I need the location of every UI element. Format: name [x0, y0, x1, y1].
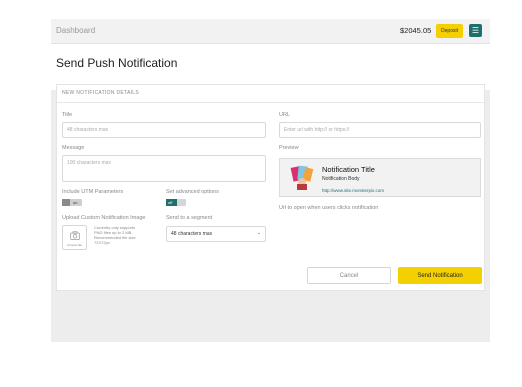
title-label: Title [62, 112, 73, 118]
upload-label: Upload Custom Notification Image [62, 215, 146, 221]
top-bar: Dashboard $2045.05 Deposit ☰ [51, 19, 490, 44]
app-frame: Dashboard $2045.05 Deposit ☰ Send Push N… [51, 19, 490, 342]
preview-label: Preview [279, 145, 299, 151]
segment-value: 48 characters max [171, 231, 213, 237]
advanced-options-toggle[interactable]: off [166, 199, 186, 206]
page-title: Send Push Notification [56, 56, 178, 70]
card-header: NEW NOTIFICATION DETAILS [57, 85, 484, 103]
breadcrumb[interactable]: Dashboard [56, 26, 95, 35]
toggle-knob [62, 199, 70, 206]
utm-label: Include UTM Parameters [62, 189, 124, 195]
url-input[interactable]: Enter url with http:// or https:// [279, 122, 481, 138]
url-hint: Url to open when users clicks notificati… [279, 205, 379, 211]
title-placeholder: 48 characters max [67, 127, 109, 133]
title-input[interactable]: 48 characters max [62, 122, 266, 138]
advanced-toggle-state: off [168, 200, 173, 205]
preview-notification-title: Notification Title [322, 165, 375, 174]
hamburger-icon: ☰ [471, 25, 480, 35]
camera-icon [70, 231, 80, 240]
chevron-down-icon: ⌄ [256, 230, 261, 236]
segment-label: Send to a segment [166, 215, 213, 221]
upload-caption: Choose file [66, 243, 82, 247]
account-balance: $2045.05 [400, 26, 432, 35]
notification-image-thumbnail [289, 164, 315, 190]
notification-preview: Notification Title Notification Body htt… [279, 158, 481, 197]
url-label: URL [279, 112, 291, 118]
send-notification-button[interactable]: Send Notification [398, 267, 482, 284]
image-upload-box[interactable]: Choose file [62, 225, 87, 250]
cancel-button[interactable]: Cancel [307, 267, 391, 284]
message-input[interactable]: 100 characters max [62, 155, 266, 182]
utm-toggle-state: on [73, 200, 78, 205]
deposit-button[interactable]: Deposit [436, 24, 463, 38]
preview-notification-url: http://www.site.monsterpix.com [322, 188, 385, 193]
menu-button[interactable]: ☰ [469, 24, 482, 37]
segment-select[interactable]: 48 characters max ⌄ [166, 226, 266, 242]
message-label: Message [62, 145, 85, 151]
advanced-label: Set advanced options [166, 189, 219, 195]
upload-help-text: Currently only supports PNG files up to … [94, 225, 136, 245]
utm-toggle[interactable]: on [62, 199, 82, 206]
url-placeholder: Enter url with http:// or https:// [284, 127, 350, 133]
preview-notification-body: Notification Body [322, 176, 360, 182]
notification-form-card: NEW NOTIFICATION DETAILS Title 48 charac… [56, 84, 485, 291]
message-placeholder: 100 characters max [67, 160, 111, 166]
toggle-state-segment: off [166, 199, 177, 206]
card-heading: NEW NOTIFICATION DETAILS [62, 90, 140, 96]
